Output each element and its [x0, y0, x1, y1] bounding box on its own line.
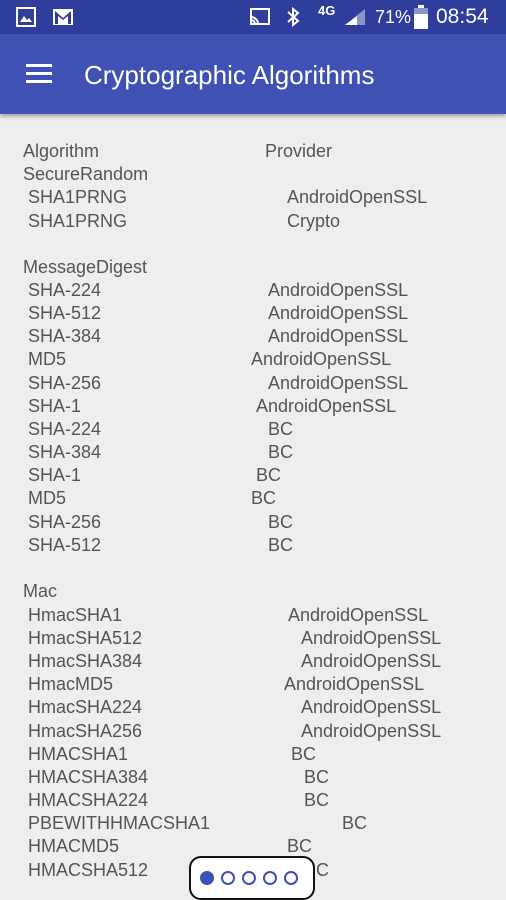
status-bar: 4G 71% 08:54: [0, 0, 506, 34]
bluetooth-icon: [286, 6, 300, 32]
provider-name: AndroidOpenSSL: [301, 697, 442, 717]
provider-name: BC: [304, 767, 330, 787]
algorithm-name: SHA-384: [28, 442, 102, 462]
algorithm-name: HmacSHA256: [28, 721, 143, 741]
provider-name: BC: [251, 488, 277, 508]
page-dot-5[interactable]: [284, 871, 298, 885]
battery-icon: [414, 5, 428, 34]
provider-name: AndroidOpenSSL: [251, 349, 392, 369]
algorithm-name: HmacSHA224: [28, 697, 143, 717]
provider-name: AndroidOpenSSL: [288, 605, 429, 625]
provider-name: AndroidOpenSSL: [301, 721, 442, 741]
provider-name: BC: [268, 512, 294, 532]
provider-name: AndroidOpenSSL: [301, 628, 442, 648]
app-bar: Cryptographic Algorithms: [0, 34, 506, 114]
algorithm-name: HMACSHA224: [28, 790, 149, 810]
provider-name: AndroidOpenSSL: [284, 674, 425, 694]
algorithm-name: SHA-224: [28, 419, 102, 439]
gmail-notification-icon: [52, 7, 74, 32]
provider-name: BC: [291, 744, 317, 764]
menu-icon[interactable]: [26, 64, 52, 84]
algorithm-name: SHA-512: [28, 303, 102, 323]
page-dot-3[interactable]: [242, 871, 256, 885]
algorithm-name: SHA-256: [28, 512, 102, 532]
column-header-provider: Provider: [265, 141, 333, 161]
algorithm-name: SHA-224: [28, 280, 102, 300]
provider-name: AndroidOpenSSL: [301, 651, 442, 671]
provider-name: AndroidOpenSSL: [256, 396, 397, 416]
provider-name: AndroidOpenSSL: [268, 303, 409, 323]
page-dot-2[interactable]: [221, 871, 235, 885]
algorithm-name: HMACMD5: [28, 836, 120, 856]
algorithm-name: HmacSHA384: [28, 651, 143, 671]
provider-name: BC: [342, 813, 368, 833]
algorithm-name: HMACSHA512: [28, 860, 149, 880]
algorithm-name: PBEWITHHMACSHA1: [28, 813, 211, 833]
clock: 08:54: [436, 5, 489, 28]
algorithm-name: HMACSHA1: [28, 744, 129, 764]
page-dot-1[interactable]: [200, 871, 214, 885]
page-title: Cryptographic Algorithms: [84, 60, 375, 90]
algorithm-name: MD5: [28, 488, 67, 508]
algorithm-name: SHA-1: [28, 396, 82, 416]
algorithm-name: SHA-384: [28, 326, 102, 346]
algorithm-name: HmacSHA512: [28, 628, 143, 648]
algorithm-name: SHA-512: [28, 535, 102, 555]
provider-name: BC: [268, 419, 294, 439]
algorithm-name: SHA1PRNG: [28, 187, 128, 207]
network-type-label: 4G: [318, 3, 336, 18]
provider-name: BC: [287, 836, 313, 856]
algorithm-name: HMACSHA384: [28, 767, 149, 787]
cast-icon: [249, 7, 271, 32]
section-title: MessageDigest: [23, 257, 148, 277]
algorithm-name: SHA1PRNG: [28, 211, 128, 231]
page-indicator: [189, 856, 315, 900]
algorithm-name: HmacSHA1: [28, 605, 123, 625]
provider-name: BC: [268, 442, 294, 462]
provider-name: BC: [256, 465, 282, 485]
provider-name: AndroidOpenSSL: [268, 326, 409, 346]
page-dot-4[interactable]: [263, 871, 277, 885]
algorithm-name: HmacMD5: [28, 674, 114, 694]
algorithm-list[interactable]: Algorithm Provider SecureRandom SHA1PRNG…: [0, 114, 506, 900]
provider-name: AndroidOpenSSL: [287, 187, 428, 207]
provider-name: BC: [268, 535, 294, 555]
provider-name: AndroidOpenSSL: [268, 373, 409, 393]
battery-percent: 71%: [375, 7, 412, 27]
gallery-notification-icon: [16, 7, 36, 32]
algorithm-name: SHA-1: [28, 465, 82, 485]
algorithm-name: MD5: [28, 349, 67, 369]
section-title: SecureRandom: [23, 164, 149, 184]
section-title: Mac: [23, 581, 58, 601]
provider-name: BC: [304, 790, 330, 810]
signal-strength-icon: [343, 7, 367, 32]
provider-name: AndroidOpenSSL: [268, 280, 409, 300]
provider-name: Crypto: [287, 211, 341, 231]
algorithm-name: SHA-256: [28, 373, 102, 393]
column-header-algorithm: Algorithm: [23, 141, 100, 161]
